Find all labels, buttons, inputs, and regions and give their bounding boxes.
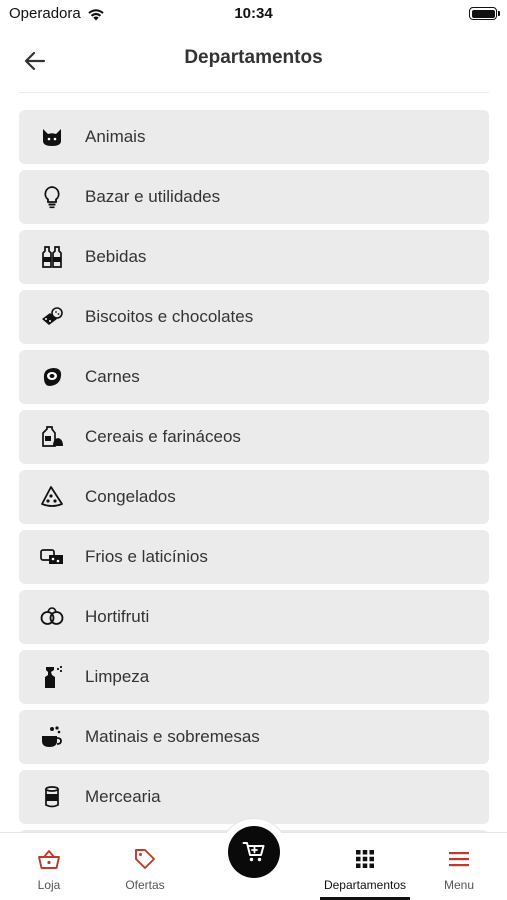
department-label: Carnes: [85, 367, 140, 386]
tab-departamentos[interactable]: Departamentos: [318, 833, 412, 900]
tab-label: Departamentos: [323, 878, 407, 892]
department-label: Bebidas: [85, 247, 147, 266]
bottles-icon: [19, 230, 85, 284]
page-title: Departamentos: [184, 47, 323, 68]
battery-icon: [469, 7, 500, 20]
department-item-animais[interactable]: Animais: [19, 110, 489, 164]
tag-icon: [133, 847, 157, 871]
cheese-icon: [19, 530, 85, 584]
department-item-matinais[interactable]: Matinais e sobremesas: [19, 710, 489, 764]
tab-label: Loja: [37, 878, 61, 892]
status-bar: Operadora 10:34: [0, 0, 507, 30]
tab-label: Ofertas: [125, 878, 165, 892]
department-item-carnes[interactable]: Carnes: [19, 350, 489, 404]
department-label: Frios e laticínios: [85, 547, 208, 566]
department-item-cereais[interactable]: Cereais e farináceos: [19, 410, 489, 464]
department-list: Animais Bazar e utilidades Bebidas Bisco…: [19, 110, 489, 832]
department-label: Biscoitos e chocolates: [85, 307, 254, 326]
department-item-bebidas[interactable]: Bebidas: [19, 230, 489, 284]
department-item-hortifruti[interactable]: Hortifruti: [19, 590, 489, 644]
tab-loja[interactable]: Loja: [18, 833, 80, 900]
header: Departamentos: [0, 30, 507, 92]
tab-ofertas[interactable]: Ofertas: [112, 833, 178, 900]
pizza-slice-icon: [19, 470, 85, 524]
fruits-icon: [19, 590, 85, 644]
spray-bottle-icon: [19, 650, 85, 704]
department-label: Cereais e farináceos: [85, 427, 241, 446]
lightbulb-icon: [19, 170, 85, 224]
can-icon: [19, 770, 85, 824]
department-label: Animais: [85, 127, 146, 146]
department-item-frios[interactable]: Frios e laticínios: [19, 530, 489, 584]
department-item-congelados[interactable]: Congelados: [19, 470, 489, 524]
tab-menu[interactable]: Menu: [434, 833, 484, 900]
tab-label: Menu: [443, 878, 475, 892]
department-item-limpeza[interactable]: Limpeza: [19, 650, 489, 704]
department-label: Matinais e sobremesas: [85, 727, 260, 746]
steak-icon: [19, 350, 85, 404]
department-label: Hortifruti: [85, 607, 150, 626]
clock: 10:34: [234, 5, 273, 22]
cat-icon: [19, 110, 85, 164]
cookie-icon: [19, 290, 85, 344]
department-label: Congelados: [85, 487, 176, 506]
department-item-biscoitos[interactable]: Biscoitos e chocolates: [19, 290, 489, 344]
department-label: Limpeza: [85, 667, 150, 686]
shopping-cart-icon: [242, 842, 265, 862]
grid-icon: [356, 847, 374, 871]
cart-button[interactable]: [228, 826, 280, 878]
department-item-bazar[interactable]: Bazar e utilidades: [19, 170, 489, 224]
basket-icon: [37, 847, 61, 871]
hamburger-menu-icon: [448, 847, 470, 871]
department-label: Bazar e utilidades: [85, 187, 221, 206]
department-label: Mercearia: [85, 787, 161, 806]
cup-icon: [19, 710, 85, 764]
grain-bag-icon: [19, 410, 85, 464]
header-divider: [19, 92, 489, 93]
department-item-mercearia[interactable]: Mercearia: [19, 770, 489, 824]
